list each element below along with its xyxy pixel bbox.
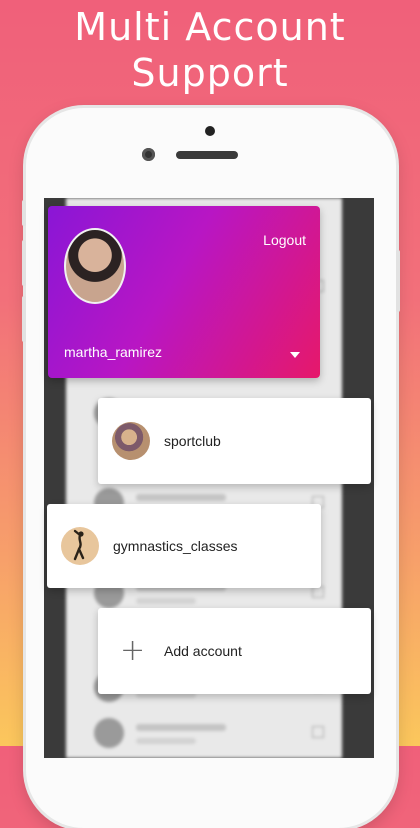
- sensor-icon: [205, 126, 215, 136]
- sportclub-avatar-icon: [112, 422, 150, 460]
- blurred-row: [94, 714, 324, 754]
- chevron-down-icon[interactable]: [290, 352, 300, 358]
- mute-switch: [22, 200, 26, 226]
- volume-up-button: [22, 240, 26, 286]
- current-account-header[interactable]: Logout martha_ramirez: [48, 206, 320, 378]
- promo-headline: Multi Account Support: [0, 4, 420, 96]
- gymnastics-avatar-icon: [61, 527, 99, 565]
- power-button: [396, 250, 400, 312]
- current-username: martha_ramirez: [64, 344, 163, 360]
- plus-icon: +: [120, 633, 146, 668]
- account-item-sportclub[interactable]: sportclub: [98, 398, 371, 484]
- account-label: gymnastics_classes: [113, 538, 238, 554]
- account-label: sportclub: [164, 433, 221, 449]
- add-account-label: Add account: [164, 643, 242, 659]
- logout-button[interactable]: Logout: [263, 232, 306, 248]
- volume-down-button: [22, 296, 26, 342]
- account-item-gymnastics-classes[interactable]: gymnastics_classes: [47, 504, 321, 588]
- headline-line-1: Multi Account: [74, 5, 346, 49]
- add-account-button[interactable]: + Add account: [98, 608, 371, 694]
- speaker-grille: [176, 151, 238, 159]
- current-user-avatar[interactable]: [64, 228, 126, 304]
- headline-line-2: Support: [131, 51, 289, 95]
- front-camera-icon: [142, 148, 155, 161]
